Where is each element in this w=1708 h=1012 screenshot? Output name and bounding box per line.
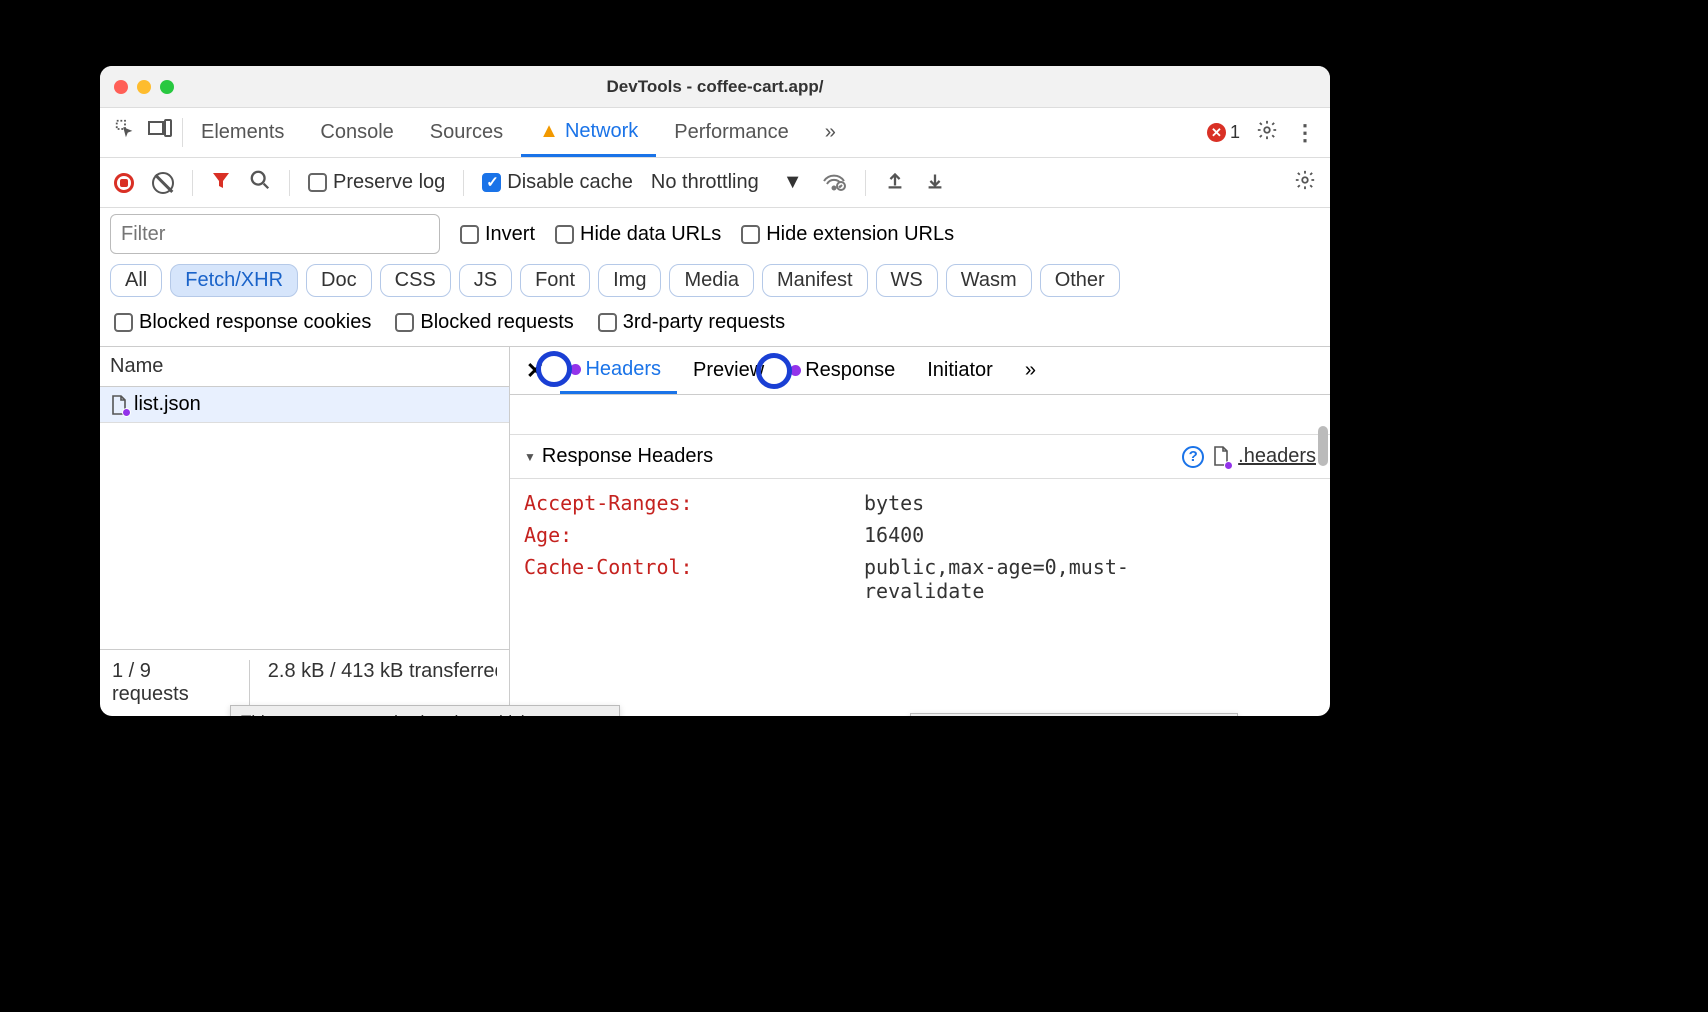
tab-elements[interactable]: Elements xyxy=(183,108,302,157)
request-name: list.json xyxy=(134,393,201,416)
panel-settings-icon[interactable] xyxy=(1294,169,1316,197)
filter-bar: Invert Hide data URLs Hide extension URL… xyxy=(100,208,1330,260)
close-window-button[interactable] xyxy=(114,80,128,94)
blocked-requests-checkbox[interactable]: Blocked requests xyxy=(395,311,573,334)
detail-tab-response[interactable]: Response xyxy=(780,347,911,394)
record-button[interactable] xyxy=(114,173,134,193)
third-party-checkbox[interactable]: 3rd-party requests xyxy=(598,311,785,334)
filter-font[interactable]: Font xyxy=(520,264,590,297)
detail-tab-preview[interactable]: Preview xyxy=(677,347,780,394)
traffic-lights xyxy=(114,80,174,94)
header-value: bytes xyxy=(864,491,924,515)
minimize-window-button[interactable] xyxy=(137,80,151,94)
chevron-down-icon: ▼ xyxy=(783,171,803,194)
override-indicator-icon xyxy=(570,364,581,375)
help-icon[interactable]: ? xyxy=(1182,446,1204,468)
fullscreen-window-button[interactable] xyxy=(160,80,174,94)
window-title: DevTools - coffee-cart.app/ xyxy=(607,77,824,97)
type-filter-row: All Fetch/XHR Doc CSS JS Font Img Media … xyxy=(100,260,1330,307)
detail-tab-headers[interactable]: Headers xyxy=(560,347,677,394)
request-row[interactable]: list.json xyxy=(100,387,509,423)
network-body: Name list.json 1 / 9 requests 2.8 kB / 4… xyxy=(100,347,1330,716)
warning-icon: ▲ xyxy=(539,120,559,143)
filter-doc[interactable]: Doc xyxy=(306,264,372,297)
search-icon[interactable] xyxy=(249,169,271,197)
filter-all[interactable]: All xyxy=(110,264,162,297)
window-titlebar: DevTools - coffee-cart.app/ xyxy=(100,66,1330,108)
request-detail-pane: ✕ Headers Preview Response Initiator » xyxy=(510,347,1330,716)
main-tabs: Elements Console Sources ▲ Network Perfo… xyxy=(100,108,1330,158)
tooltip-headers-override: This response contains headers which are… xyxy=(230,705,620,716)
error-icon: ✕ xyxy=(1207,123,1226,142)
header-name: Age: xyxy=(524,523,864,547)
more-icon[interactable]: ⋮ xyxy=(1294,120,1316,146)
download-icon[interactable] xyxy=(924,169,946,197)
tab-network[interactable]: ▲ Network xyxy=(521,108,656,157)
file-overridden-icon xyxy=(110,395,128,415)
devtools-window: DevTools - coffee-cart.app/ Elements Con… xyxy=(100,66,1330,716)
detail-tab-initiator[interactable]: Initiator xyxy=(911,347,1009,394)
response-headers-section[interactable]: ▼ Response Headers ? .headers xyxy=(510,435,1330,479)
override-indicator-icon xyxy=(790,365,801,376)
tab-overflow[interactable]: » xyxy=(807,108,854,157)
extra-filters-row: Blocked response cookies Blocked request… xyxy=(100,307,1330,347)
preserve-log-checkbox[interactable]: Preserve log xyxy=(308,171,445,194)
detail-tabs: ✕ Headers Preview Response Initiator » xyxy=(510,347,1330,395)
header-value: public,max-age=0,must-revalidate xyxy=(864,555,1184,603)
filter-ws[interactable]: WS xyxy=(876,264,938,297)
error-count[interactable]: ✕ 1 xyxy=(1207,122,1240,143)
detail-tab-overflow[interactable]: » xyxy=(1009,347,1052,394)
header-row: Accept-Ranges: bytes xyxy=(524,487,1316,519)
filter-icon[interactable] xyxy=(211,170,231,196)
disclosure-triangle-icon: ▼ xyxy=(524,450,536,464)
filter-img[interactable]: Img xyxy=(598,264,661,297)
request-list-pane: Name list.json 1 / 9 requests 2.8 kB / 4… xyxy=(100,347,510,716)
close-detail-button[interactable]: ✕ xyxy=(510,358,560,384)
scrollbar[interactable] xyxy=(1318,426,1328,466)
tab-performance[interactable]: Performance xyxy=(656,108,807,157)
filter-input[interactable] xyxy=(110,214,440,254)
disable-cache-checkbox[interactable]: Disable cache xyxy=(482,171,633,194)
network-toolbar: Preserve log Disable cache No throttling… xyxy=(100,158,1330,208)
settings-icon[interactable] xyxy=(1256,119,1278,147)
invert-checkbox[interactable]: Invert xyxy=(460,223,535,246)
blocked-cookies-checkbox[interactable]: Blocked response cookies xyxy=(114,311,371,334)
header-value: 16400 xyxy=(864,523,924,547)
hide-ext-urls-checkbox[interactable]: Hide extension URLs xyxy=(741,223,954,246)
transfer-size: 2.8 kB / 413 kB transferred xyxy=(249,660,497,706)
filter-js[interactable]: JS xyxy=(459,264,512,297)
general-section-collapsed[interactable] xyxy=(510,395,1330,435)
tab-sources[interactable]: Sources xyxy=(412,108,521,157)
hide-data-urls-checkbox[interactable]: Hide data URLs xyxy=(555,223,721,246)
header-row: Cache-Control: public,max-age=0,must-rev… xyxy=(524,551,1316,607)
filter-other[interactable]: Other xyxy=(1040,264,1120,297)
network-conditions-icon[interactable] xyxy=(821,169,847,197)
header-name: Accept-Ranges: xyxy=(524,491,864,515)
headers-list: Accept-Ranges: bytes Age: 16400 Cache-Co… xyxy=(510,479,1330,716)
header-row: Age: 16400 xyxy=(524,519,1316,551)
throttling-select[interactable]: No throttling ▼ xyxy=(651,171,803,194)
tab-console[interactable]: Console xyxy=(302,108,411,157)
headers-file-link[interactable]: .headers xyxy=(1238,445,1316,468)
name-column-header[interactable]: Name xyxy=(100,347,509,387)
inspect-icon[interactable] xyxy=(114,118,136,146)
filter-css[interactable]: CSS xyxy=(380,264,451,297)
upload-icon[interactable] xyxy=(884,169,906,197)
tooltip-response-override: This response is overridden by DevTools xyxy=(910,713,1238,716)
filter-fetch-xhr[interactable]: Fetch/XHR xyxy=(170,264,298,297)
request-count: 1 / 9 requests xyxy=(112,660,229,706)
clear-button[interactable] xyxy=(152,172,174,194)
filter-wasm[interactable]: Wasm xyxy=(946,264,1032,297)
filter-manifest[interactable]: Manifest xyxy=(762,264,868,297)
device-toggle-icon[interactable] xyxy=(148,119,172,145)
header-name: Cache-Control: xyxy=(524,555,864,603)
file-overridden-icon xyxy=(1212,446,1230,468)
filter-media[interactable]: Media xyxy=(669,264,753,297)
